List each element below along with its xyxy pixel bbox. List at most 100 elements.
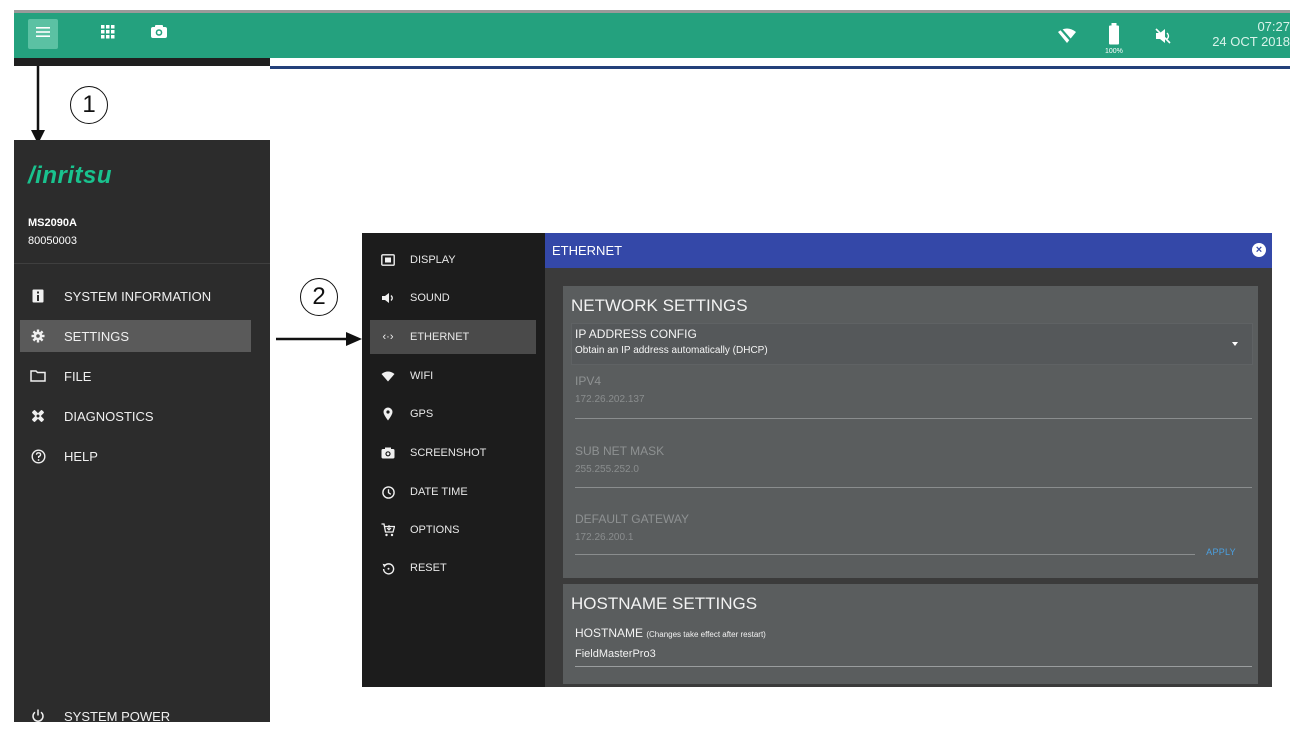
mute-icon[interactable] [1154, 27, 1172, 50]
chevron-down-icon [1232, 342, 1238, 346]
settings-panel: DISPLAY SOUND ‹·› ETHERNET WIFI GPS SCRE… [362, 233, 1272, 687]
subnet-mask-field: SUB NET MASK 255.255.252.0 [575, 444, 1252, 475]
gear-icon [26, 329, 50, 343]
screenshot-button[interactable] [144, 19, 174, 49]
settings-item-label: GPS [410, 408, 434, 420]
diagnostics-icon [26, 408, 50, 424]
ipv4-value: 172.26.202.137 [575, 394, 645, 405]
apps-grid-icon [101, 24, 115, 44]
navigation-drawer: /inritsu MS2090A 80050003 SYSTEM INFORMA… [14, 140, 270, 724]
ethernet-icon: ‹·› [382, 331, 394, 343]
drawer-divider [14, 263, 270, 264]
location-pin-icon [378, 407, 398, 421]
settings-item-gps[interactable]: GPS [370, 397, 536, 431]
clock-time: 07:27 [1257, 19, 1290, 34]
drawer-item-label: HELP [64, 448, 98, 464]
default-gateway-field: DEFAULT GATEWAY 172.26.200.1 [575, 512, 1195, 543]
camera-icon [378, 447, 398, 459]
settings-item-reset[interactable]: RESET [370, 551, 536, 585]
settings-item-screenshot[interactable]: SCREENSHOT [370, 436, 536, 470]
subnet-underline [575, 487, 1252, 488]
drawer-top-strip [14, 58, 270, 66]
help-icon [26, 448, 50, 464]
wifi-icon [378, 371, 398, 382]
drawer-item-label: SYSTEM INFORMATION [64, 288, 212, 304]
hostname-input[interactable]: FieldMasterPro3 [575, 648, 656, 660]
drawer-item-file[interactable]: FILE [20, 360, 251, 392]
menu-icon [35, 25, 51, 43]
drawer-item-help[interactable]: HELP [20, 440, 251, 472]
status-bar: 100% 07:27 24 OCT 2018 [14, 10, 1290, 58]
hostname-underline [575, 666, 1252, 667]
apps-button[interactable] [93, 19, 123, 49]
gateway-value: 172.26.200.1 [575, 532, 634, 543]
close-icon[interactable]: × [1252, 243, 1266, 257]
device-serial: 80050003 [28, 235, 77, 247]
info-icon [26, 289, 50, 303]
step1-arrow [31, 66, 45, 144]
settings-item-options[interactable]: OPTIONS [370, 513, 536, 547]
settings-item-date-time[interactable]: DATE TIME [370, 475, 536, 509]
settings-item-ethernet[interactable]: ‹·› ETHERNET [370, 320, 536, 354]
display-icon [378, 254, 398, 266]
cart-icon [378, 523, 398, 537]
subnet-value: 255.255.252.0 [575, 464, 639, 475]
network-settings-title: NETWORK SETTINGS [571, 296, 748, 315]
hostname-field-label: HOSTNAME (Changes take effect after rest… [575, 626, 766, 640]
gateway-underline [575, 554, 1195, 555]
ip-address-config-dropdown[interactable]: IP ADDRESS CONFIG Obtain an IP address a… [571, 323, 1253, 365]
anritsu-logo: /inritsu [28, 162, 113, 189]
drawer-item-label: SETTINGS [64, 328, 130, 344]
device-model: MS2090A [28, 217, 77, 229]
ethernet-header: ETHERNET × [545, 233, 1272, 268]
drawer-item-diagnostics[interactable]: DIAGNOSTICS [20, 400, 251, 432]
ip-config-label: IP ADDRESS CONFIG [575, 327, 697, 341]
step1-marker: 1 [70, 86, 108, 124]
ipv4-label: IPV4 [575, 374, 602, 388]
system-power-label: SYSTEM POWER [64, 708, 171, 724]
ethernet-content: NETWORK SETTINGS IP ADDRESS CONFIG Obtai… [545, 268, 1272, 687]
ipv4-underline [575, 418, 1252, 419]
drawer-item-system-information[interactable]: SYSTEM INFORMATION [20, 280, 251, 312]
step2-marker: 2 [300, 278, 338, 316]
step2-arrow [276, 332, 362, 346]
settings-item-label: WIFI [410, 370, 434, 382]
menu-button[interactable] [28, 19, 58, 49]
hostname-settings-title: HOSTNAME SETTINGS [571, 594, 758, 613]
wifi-off-icon[interactable] [1057, 27, 1077, 50]
settings-item-label: RESET [410, 562, 447, 574]
battery-icon[interactable] [1108, 23, 1120, 50]
drawer-item-label: DIAGNOSTICS [64, 408, 154, 424]
settings-item-wifi[interactable]: WIFI [370, 359, 536, 393]
system-power-button[interactable]: SYSTEM POWER [20, 700, 251, 732]
folder-icon [26, 370, 50, 382]
hostname-settings-card: HOSTNAME SETTINGS HOSTNAME (Changes take… [563, 584, 1258, 684]
settings-item-label: DISPLAY [410, 254, 456, 266]
ip-config-value: Obtain an IP address automatically (DHCP… [575, 345, 768, 356]
hostname-note: (Changes take effect after restart) [646, 630, 766, 639]
settings-item-display[interactable]: DISPLAY [370, 243, 536, 277]
subnet-label: SUB NET MASK [575, 444, 665, 458]
power-icon [26, 709, 50, 723]
clock-icon [378, 485, 398, 499]
settings-item-label: SCREENSHOT [410, 447, 487, 459]
ethernet-title: ETHERNET [552, 243, 623, 258]
camera-icon [150, 24, 168, 44]
reset-icon [378, 562, 398, 575]
ipv4-field: IPV4 172.26.202.137 [575, 374, 1252, 405]
drawer-item-label: FILE [64, 368, 92, 384]
hostname-label: HOSTNAME [575, 626, 644, 640]
topbar-accent-line [270, 66, 1290, 69]
battery-percent: 100% [1105, 48, 1123, 55]
settings-item-label: SOUND [410, 292, 450, 304]
settings-item-sound[interactable]: SOUND [370, 281, 536, 315]
apply-button[interactable]: APPLY [1206, 547, 1236, 557]
clock: 07:27 24 OCT 2018 [1212, 19, 1290, 49]
settings-item-label: DATE TIME [410, 486, 468, 498]
settings-menu: DISPLAY SOUND ‹·› ETHERNET WIFI GPS SCRE… [362, 233, 544, 687]
drawer-item-settings[interactable]: SETTINGS [20, 320, 251, 352]
clock-date: 24 OCT 2018 [1212, 34, 1290, 49]
settings-item-label: ETHERNET [410, 331, 470, 343]
network-settings-card: NETWORK SETTINGS IP ADDRESS CONFIG Obtai… [563, 286, 1258, 578]
settings-item-label: OPTIONS [410, 524, 460, 536]
